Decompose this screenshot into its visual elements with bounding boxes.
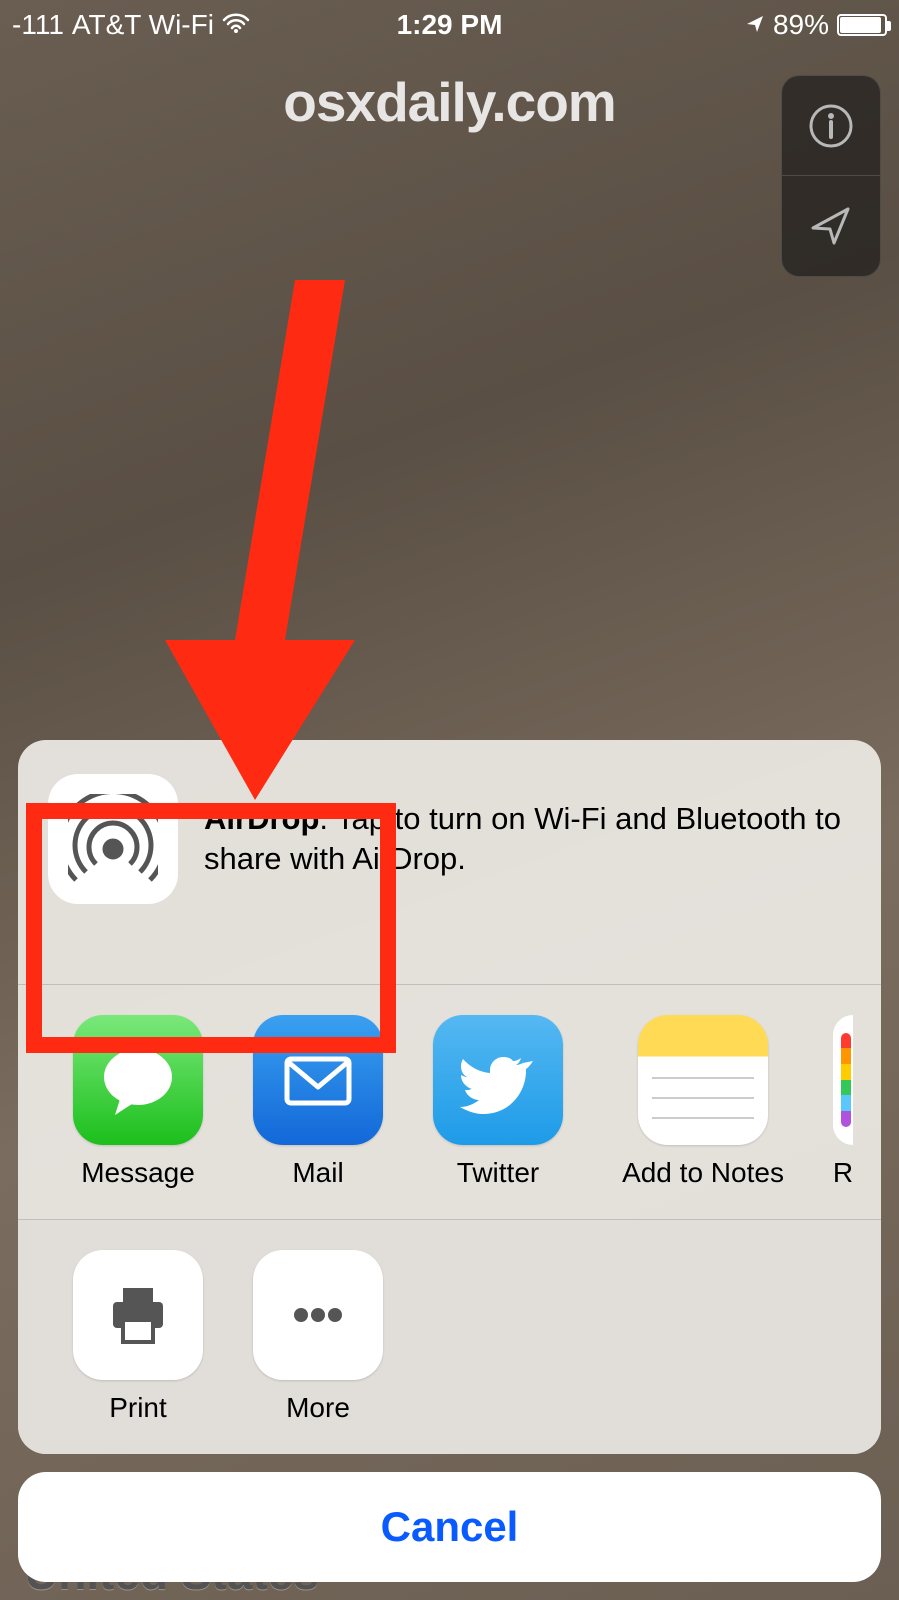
- signal-strength: -111: [12, 9, 64, 41]
- share-actions-row[interactable]: Print More: [18, 1220, 881, 1454]
- share-partial-label: R: [833, 1157, 853, 1189]
- partial-app-icon: [833, 1015, 853, 1145]
- battery-percent: 89%: [773, 9, 829, 41]
- share-message[interactable]: Message: [48, 1015, 228, 1189]
- watermark-text: osxdaily.com: [0, 70, 899, 134]
- cancel-label: Cancel: [381, 1503, 519, 1551]
- info-button[interactable]: [782, 76, 880, 176]
- action-more[interactable]: More: [228, 1250, 408, 1424]
- locate-button[interactable]: [782, 176, 880, 276]
- share-next-partial[interactable]: R: [818, 1015, 858, 1189]
- share-mail[interactable]: Mail: [228, 1015, 408, 1189]
- share-mail-label: Mail: [292, 1157, 343, 1189]
- screen: -111 AT&T Wi-Fi 1:29 PM 89% osxdaily.com…: [0, 0, 899, 1600]
- action-print-label: Print: [109, 1392, 167, 1424]
- mail-icon: [253, 1015, 383, 1145]
- notes-icon: [638, 1015, 768, 1145]
- message-icon: [73, 1015, 203, 1145]
- action-print[interactable]: Print: [48, 1250, 228, 1424]
- clock: 1:29 PM: [397, 9, 503, 41]
- share-apps-row[interactable]: Message Mail Twitter Add to Notes: [18, 985, 881, 1220]
- annotation-arrow: [165, 280, 385, 800]
- more-icon: [253, 1250, 383, 1380]
- airdrop-icon: [48, 774, 178, 904]
- share-panel: AirDrop. Tap to turn on Wi-Fi and Blueto…: [18, 740, 881, 1454]
- airdrop-text: AirDrop. Tap to turn on Wi-Fi and Blueto…: [204, 799, 851, 880]
- share-notes-label: Add to Notes: [622, 1157, 784, 1189]
- status-bar: -111 AT&T Wi-Fi 1:29 PM 89%: [0, 0, 899, 50]
- battery-icon: [837, 14, 887, 36]
- cancel-button[interactable]: Cancel: [18, 1472, 881, 1582]
- share-message-label: Message: [81, 1157, 195, 1189]
- share-notes[interactable]: Add to Notes: [588, 1015, 818, 1189]
- airdrop-title: AirDrop: [204, 801, 319, 836]
- print-icon: [73, 1250, 203, 1380]
- map-controls: [781, 75, 881, 277]
- share-twitter-label: Twitter: [457, 1157, 539, 1189]
- airdrop-row[interactable]: AirDrop. Tap to turn on Wi-Fi and Blueto…: [18, 740, 881, 985]
- share-twitter[interactable]: Twitter: [408, 1015, 588, 1189]
- action-more-label: More: [286, 1392, 350, 1424]
- twitter-icon: [433, 1015, 563, 1145]
- wifi-icon: [222, 9, 250, 41]
- share-sheet: AirDrop. Tap to turn on Wi-Fi and Blueto…: [18, 740, 881, 1582]
- location-arrow-icon: [745, 9, 765, 41]
- carrier-label: AT&T Wi-Fi: [72, 9, 214, 41]
